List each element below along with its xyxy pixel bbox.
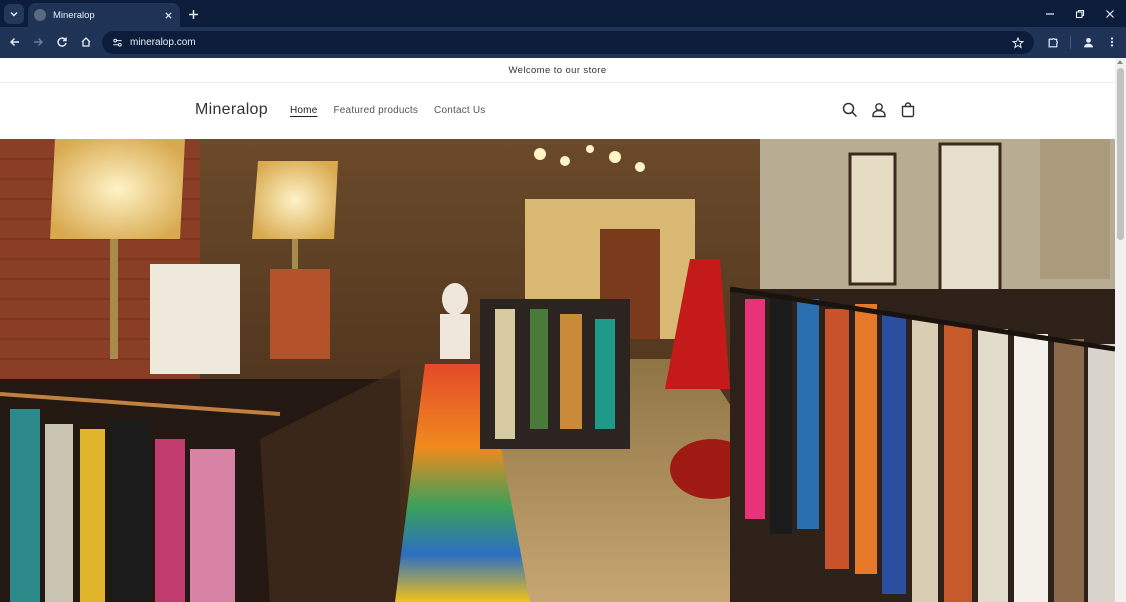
page-viewport: Welcome to our store Mineralop Home Feat… bbox=[0, 58, 1126, 602]
plus-icon bbox=[188, 9, 198, 19]
back-arrow-icon bbox=[10, 38, 19, 46]
cart-button[interactable] bbox=[898, 100, 918, 120]
puzzle-icon bbox=[1048, 37, 1058, 47]
reload-icon bbox=[57, 37, 67, 47]
browser-tab[interactable]: Mineralop bbox=[28, 3, 180, 27]
restore-button[interactable] bbox=[1072, 6, 1088, 22]
forward-button[interactable] bbox=[30, 34, 46, 50]
close-icon bbox=[164, 11, 172, 19]
nav-featured-products[interactable]: Featured products bbox=[333, 105, 418, 116]
search-button[interactable] bbox=[840, 100, 860, 120]
star-icon bbox=[1012, 36, 1024, 49]
cart-icon bbox=[901, 102, 915, 118]
main-nav: Home Featured products Contact Us bbox=[290, 105, 486, 116]
chevron-down-icon bbox=[10, 12, 18, 17]
announcement-text: Welcome to our store bbox=[508, 64, 607, 76]
account-button[interactable] bbox=[869, 100, 889, 120]
account-icon bbox=[872, 103, 886, 118]
profile-button[interactable] bbox=[1080, 34, 1096, 50]
site-info-icon[interactable] bbox=[110, 36, 124, 50]
globe-icon bbox=[34, 9, 46, 21]
tab-close-button[interactable] bbox=[162, 9, 174, 21]
url-text[interactable]: mineralop.com bbox=[130, 37, 1010, 48]
reload-button[interactable] bbox=[54, 34, 70, 50]
scroll-up-arrow-icon[interactable] bbox=[1117, 60, 1123, 64]
browser-tabstrip: Mineralop bbox=[0, 0, 1126, 27]
store-header: Mineralop Home Featured products Contact… bbox=[0, 83, 1115, 139]
minimize-button[interactable] bbox=[1042, 6, 1058, 22]
tab-search-button[interactable] bbox=[4, 4, 24, 24]
close-window-button[interactable] bbox=[1102, 6, 1118, 22]
back-button[interactable] bbox=[7, 34, 23, 50]
announcement-bar: Welcome to our store bbox=[0, 58, 1115, 83]
extensions-button[interactable] bbox=[1045, 34, 1061, 50]
tab-title: Mineralop bbox=[53, 9, 95, 21]
store-logo[interactable]: Mineralop bbox=[195, 101, 268, 119]
nav-contact-us[interactable]: Contact Us bbox=[434, 105, 485, 116]
nav-home[interactable]: Home bbox=[290, 105, 317, 116]
new-tab-button[interactable] bbox=[185, 6, 201, 22]
page-scrollbar[interactable] bbox=[1115, 58, 1126, 602]
browser-toolbar: mineralop.com bbox=[0, 27, 1126, 58]
address-bar[interactable]: mineralop.com bbox=[102, 31, 1034, 54]
forward-arrow-icon bbox=[34, 38, 43, 46]
profile-icon bbox=[1083, 37, 1093, 47]
browser-menu-button[interactable] bbox=[1104, 34, 1120, 50]
bookmark-star-button[interactable] bbox=[1010, 35, 1026, 51]
toolbar-separator bbox=[1070, 36, 1071, 49]
close-icon bbox=[1106, 10, 1114, 18]
search-icon bbox=[842, 102, 858, 118]
hero-banner-image bbox=[0, 139, 1115, 602]
scrollbar-thumb[interactable] bbox=[1117, 68, 1124, 240]
minimize-icon bbox=[1046, 13, 1054, 15]
home-button[interactable] bbox=[78, 34, 94, 50]
hero-store-illustration bbox=[0, 139, 1115, 602]
restore-icon bbox=[1075, 9, 1085, 19]
kebab-menu-icon bbox=[1110, 37, 1114, 47]
home-icon bbox=[81, 37, 91, 47]
